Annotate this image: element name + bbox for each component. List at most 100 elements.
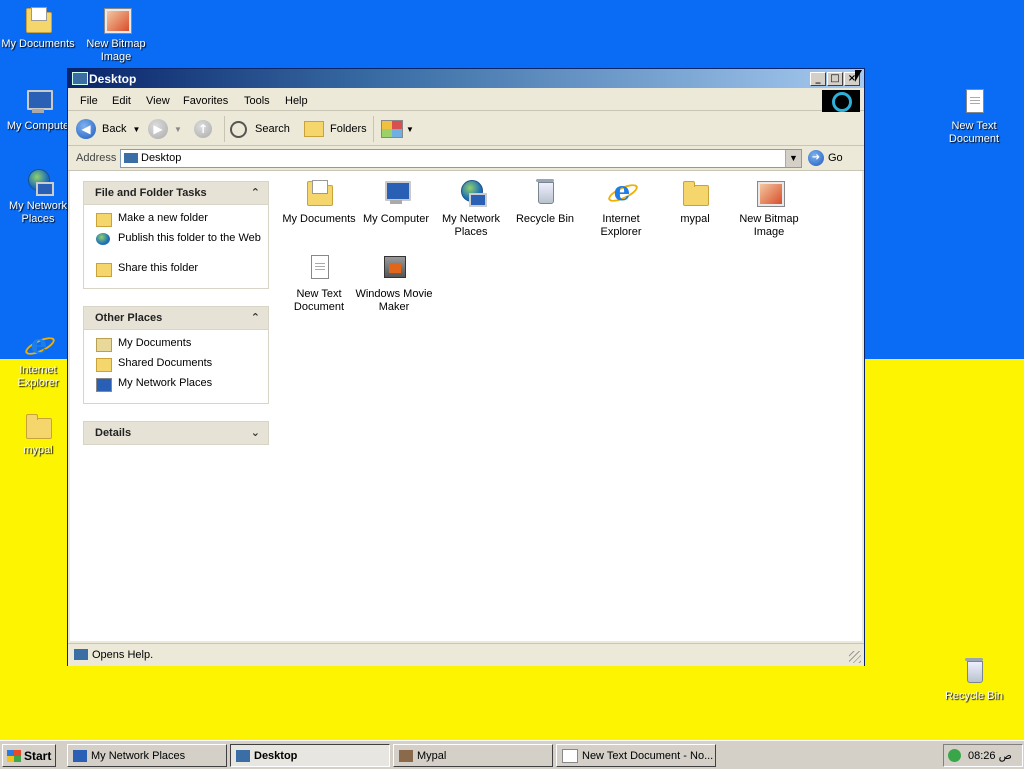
network-places-icon [22,166,54,198]
menu-view[interactable]: View [146,95,170,107]
item-my-network-places[interactable]: My Network Places [432,177,510,239]
menu-tools[interactable]: Tools [244,95,270,107]
task-share-folder[interactable]: Share this folder [84,262,268,282]
desktop-icon-my-documents[interactable]: My Documents [0,4,76,51]
taskbar: Start My Network Places Desktop Mypal Ne… [0,740,1024,769]
go-arrow-icon: ➜ [808,150,824,166]
views-button[interactable]: ▼ [381,118,414,140]
file-folder-tasks-panel: File and Folder Tasks ⌃ Make a new folde… [83,181,269,289]
menu-edit[interactable]: Edit [112,95,131,107]
text-document-icon [303,252,335,284]
task-make-new-folder[interactable]: Make a new folder [84,212,268,232]
taskbar-item-mypal[interactable]: Mypal [393,744,553,767]
menu-file[interactable]: File [80,95,98,107]
clock[interactable]: 08:26 ص [968,749,1012,762]
panel-header[interactable]: Other Places ⌃ [83,306,269,330]
folder-icon [679,177,711,209]
windows-logo-icon [822,90,860,112]
address-label: Address [76,152,117,164]
desktop-icon-internet-explorer[interactable]: e Internet Explorer [0,330,76,390]
collapse-chevron-icon[interactable]: ⌃ [251,310,260,326]
desktop-icon-new-text-document[interactable]: New Text Document [936,86,1012,146]
up-button[interactable]: ↑ [194,118,212,140]
search-button[interactable]: Search [230,118,290,140]
desktop-icon-mypal[interactable]: mypal [0,410,76,457]
my-documents-icon [303,177,335,209]
desktop-icon-my-network-places[interactable]: My Network Places [0,166,76,226]
folder-icon [22,410,54,442]
folder-content-area[interactable]: File and Folder Tasks ⌃ Make a new folde… [70,171,862,641]
system-tray: 08:26 ص [943,744,1023,767]
desktop-folder-icon [124,153,138,163]
forward-arrow-icon: ▶ [148,119,168,139]
item-windows-movie-maker[interactable]: Windows Movie Maker [355,252,433,314]
item-my-computer[interactable]: My Computer [357,177,435,226]
item-my-documents[interactable]: My Documents [280,177,358,226]
item-mypal[interactable]: mypal [656,177,734,226]
search-icon [230,120,247,138]
status-bar: Opens Help. [68,643,864,666]
place-my-network-places[interactable]: My Network Places [84,377,268,397]
internet-explorer-icon: e [22,330,58,362]
collapse-chevron-icon[interactable]: ⌃ [251,185,260,201]
item-internet-explorer[interactable]: e Internet Explorer [582,177,660,239]
minimize-button[interactable]: _ [810,72,826,86]
menu-help[interactable]: Help [285,95,308,107]
panel-body: Make a new folder Publish this folder to… [83,205,269,289]
explorer-window[interactable]: Desktop _ □ × File Edit View Favorites T… [67,68,865,666]
bitmap-icon [100,4,132,36]
menu-bar: File Edit View Favorites Tools Help [68,88,864,112]
folders-button[interactable]: Folders [304,118,367,140]
forward-dropdown-icon: ▼ [174,124,182,134]
go-button[interactable]: ➜ Go [808,149,843,167]
taskbar-item-my-network-places[interactable]: My Network Places [67,744,227,767]
menu-favorites[interactable]: Favorites [183,95,228,107]
security-shield-icon[interactable] [948,749,961,762]
desktop-icon-new-bitmap-image[interactable]: New Bitmap Image [78,4,154,64]
toolbar-separator [373,116,374,142]
address-bar: Address Desktop ▼ ➜ Go [68,146,864,171]
back-dropdown-icon: ▼ [132,124,141,134]
my-documents-icon [96,338,112,352]
panel-header[interactable]: File and Folder Tasks ⌃ [83,181,269,205]
back-button[interactable]: ◀ Back ▼ [76,118,140,140]
back-arrow-icon: ◀ [76,119,96,139]
forward-button[interactable]: ▶ ▼ [148,118,182,140]
resize-grip[interactable] [849,651,861,663]
taskbar-item-desktop[interactable]: Desktop [230,744,390,767]
place-my-documents[interactable]: My Documents [84,337,268,357]
new-folder-icon [96,213,112,227]
item-new-text-document[interactable]: New Text Document [280,252,358,314]
window-title: Desktop [89,72,137,86]
network-places-icon [73,749,87,762]
item-recycle-bin[interactable]: Recycle Bin [506,177,584,226]
desktop-icon-my-computer[interactable]: My Compute [0,86,76,133]
recycle-bin-icon [529,177,561,209]
bitmap-icon [753,177,785,209]
desktop-folder-icon [72,72,88,85]
notepad-icon [562,748,578,763]
toolbar: ◀ Back ▼ ▶ ▼ ↑ Search Folders ▼ [68,111,864,146]
maximize-button[interactable]: □ [827,72,843,86]
address-field[interactable]: Desktop ▼ [120,149,802,168]
views-dropdown-icon: ▼ [406,124,414,134]
panel-header[interactable]: Details ⌄ [83,421,269,445]
address-dropdown-button[interactable]: ▼ [785,150,801,167]
network-places-icon [455,177,487,209]
windows-flag-icon [7,749,21,762]
folders-icon [304,121,324,137]
title-bar[interactable]: Desktop _ □ × [68,69,864,88]
task-publish-folder[interactable]: Publish this folder to the Web [84,232,268,262]
mouse-cursor-icon [855,70,862,82]
status-text: Opens Help. [92,649,154,661]
place-shared-documents[interactable]: Shared Documents [84,357,268,377]
recycle-bin-icon [958,656,990,688]
my-computer-icon [22,86,54,118]
taskbar-item-new-text-document[interactable]: New Text Document - No... [556,744,716,767]
other-places-panel: Other Places ⌃ My Documents Shared Docum… [83,306,269,404]
expand-chevron-icon[interactable]: ⌄ [251,425,260,441]
my-documents-icon [22,4,54,36]
desktop-icon-recycle-bin[interactable]: Recycle Bin [936,656,1012,703]
start-button[interactable]: Start [2,744,56,767]
item-new-bitmap-image[interactable]: New Bitmap Image [730,177,808,239]
